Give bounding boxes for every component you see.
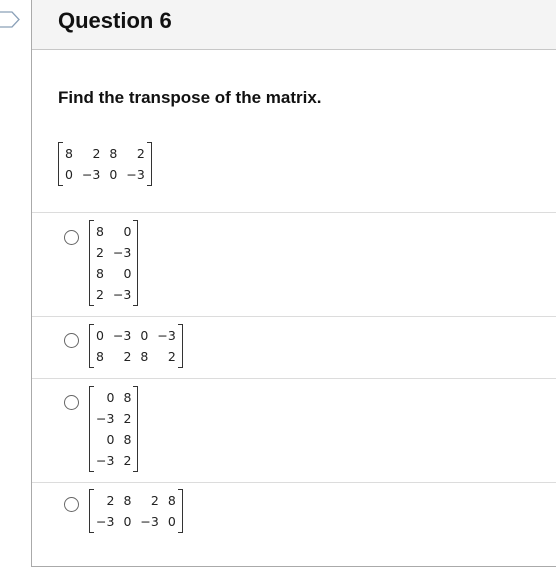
question-flag-icon[interactable] — [0, 11, 20, 28]
divider — [32, 482, 556, 483]
question-title: Question 6 — [58, 8, 172, 33]
matrix-cell: 2 — [123, 453, 132, 468]
divider — [32, 316, 556, 317]
right-bracket — [177, 324, 183, 368]
matrix-cell: 2 — [167, 349, 176, 364]
matrix-cell: 8 — [96, 224, 104, 239]
matrix-cell: 8 — [123, 390, 132, 405]
divider — [32, 378, 556, 379]
matrix-cell: 0 — [109, 167, 118, 182]
divider — [32, 212, 556, 213]
given-matrix: 8 2 8 2 0 −3 0 −3 — [58, 142, 152, 186]
left-bracket — [89, 386, 94, 472]
matrix-cell: −3 — [112, 287, 132, 302]
matrix-cell: 8 — [123, 493, 132, 508]
matrix-cell: −3 — [81, 167, 101, 182]
matrix-cell: 0 — [106, 432, 115, 447]
matrix-cell: 0 — [65, 167, 73, 182]
option-a-radio[interactable] — [64, 230, 79, 245]
matrix-cell: −3 — [126, 167, 145, 182]
option-d-matrix[interactable]: 2 8 2 8 −3 0 −3 0 — [89, 489, 183, 533]
matrix-cell: 8 — [140, 349, 149, 364]
left-bracket — [89, 220, 94, 306]
right-bracket — [177, 489, 183, 533]
matrix-cell: 2 — [123, 411, 132, 426]
question-header: Question 6 — [32, 0, 556, 50]
matrix-cell: 0 — [96, 328, 104, 343]
matrix-cell: −3 — [96, 453, 115, 468]
question-prompt: Find the transpose of the matrix. — [58, 88, 322, 107]
option-c-radio[interactable] — [64, 395, 79, 410]
matrix-cell: 0 — [123, 224, 132, 239]
matrix-cell: 2 — [136, 146, 145, 161]
matrix-cell: 8 — [65, 146, 73, 161]
matrix-cell: 2 — [96, 287, 104, 302]
matrix-cell: −3 — [140, 514, 159, 529]
option-d-radio[interactable] — [64, 497, 79, 512]
matrix-cell: 8 — [167, 493, 176, 508]
matrix-cell: −3 — [112, 328, 132, 343]
matrix-cell: −3 — [96, 411, 115, 426]
matrix-cell: 8 — [96, 266, 104, 281]
matrix-cell: 8 — [109, 146, 118, 161]
right-bracket — [146, 142, 152, 186]
right-bracket — [133, 386, 139, 472]
left-bracket — [89, 489, 94, 533]
matrix-cell: 0 — [123, 514, 132, 529]
matrix-cell: 8 — [96, 349, 104, 364]
matrix-cell: 2 — [150, 493, 159, 508]
option-b-matrix[interactable]: 0 −3 0 −3 8 2 8 2 — [89, 324, 183, 368]
matrix-cell: −3 — [112, 245, 132, 260]
question-panel: Question 6 Find the transpose of the mat… — [31, 0, 556, 567]
option-b-radio[interactable] — [64, 333, 79, 348]
option-a-matrix[interactable]: 8 0 2 −3 8 0 2 −3 — [89, 220, 139, 306]
matrix-cell: 2 — [96, 245, 104, 260]
matrix-cell: 2 — [106, 493, 115, 508]
option-c-matrix[interactable]: 0 8 −3 2 0 8 −3 2 — [89, 386, 139, 472]
matrix-cell: 0 — [140, 328, 149, 343]
matrix-cell: −3 — [157, 328, 176, 343]
matrix-cell: −3 — [96, 514, 115, 529]
matrix-cell: 2 — [92, 146, 101, 161]
left-bracket — [89, 324, 94, 368]
matrix-cell: 0 — [167, 514, 176, 529]
left-bracket — [58, 142, 63, 186]
matrix-cell: 0 — [123, 266, 132, 281]
matrix-cell: 0 — [106, 390, 115, 405]
matrix-cell: 8 — [123, 432, 132, 447]
matrix-cell: 2 — [123, 349, 132, 364]
right-bracket — [133, 220, 139, 306]
